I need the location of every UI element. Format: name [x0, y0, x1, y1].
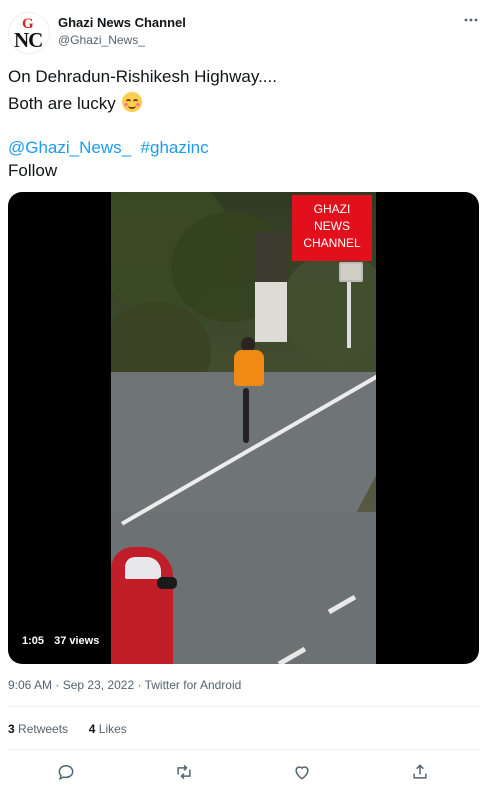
tweet-time: 9:06 AM: [8, 678, 53, 692]
video-meta: 1:05 37 views: [22, 635, 106, 647]
tweet-text-line-1: On Dehradun-Rishikesh Highway....: [8, 67, 277, 86]
like-icon[interactable]: [290, 760, 314, 784]
retweets-count: 3: [8, 722, 15, 736]
more-horizontal-icon[interactable]: [459, 12, 483, 32]
divider: [8, 749, 479, 750]
watermark-line-1: GHAZI: [313, 202, 351, 216]
share-icon[interactable]: [408, 760, 432, 784]
tweet-text-line-2: Both are lucky: [8, 92, 143, 114]
author-handle[interactable]: @Ghazi_News_: [58, 33, 145, 47]
reply-icon[interactable]: [54, 760, 78, 784]
hashtag-link[interactable]: #ghazinc: [141, 138, 209, 157]
tweet-text-follow: Follow: [8, 161, 58, 180]
avatar-logo-nc: NC: [14, 28, 43, 52]
smiling-face-with-blush-emoji-icon: [122, 92, 143, 112]
tweet-text-line-3: @Ghazi_News_ #ghazinc: [8, 138, 209, 158]
retweet-icon[interactable]: [172, 760, 196, 784]
tweet-timestamp[interactable]: 9:06 AM · Sep 23, 2022 · Twitter for And…: [8, 678, 241, 692]
video-player[interactable]: GHAZI NEWS CHANNEL 1:05 37 views: [8, 192, 479, 664]
watermark-line-2: NEWS: [314, 219, 350, 233]
tweet-source[interactable]: Twitter for Android: [145, 678, 242, 692]
tweet-text-lucky: Both are lucky: [8, 94, 116, 113]
engagement-stats: 3 Retweets 4 Likes: [8, 722, 127, 736]
tweet-date: Sep 23, 2022: [62, 678, 135, 692]
avatar[interactable]: G NC: [8, 12, 50, 54]
retweets-stat[interactable]: 3 Retweets: [8, 722, 68, 736]
author-name[interactable]: Ghazi News Channel: [58, 15, 186, 30]
separator: ·: [55, 678, 60, 692]
mention-link[interactable]: @Ghazi_News_: [8, 138, 131, 157]
separator: ·: [137, 678, 142, 692]
divider: [8, 706, 479, 707]
likes-stat[interactable]: 4 Likes: [89, 722, 127, 736]
likes-count: 4: [88, 722, 96, 736]
video-frame: GHAZI NEWS CHANNEL: [111, 192, 376, 664]
likes-label: Likes: [98, 722, 127, 736]
watermark-line-3: CHANNEL: [303, 236, 361, 250]
video-views: 37 views: [54, 635, 100, 647]
video-duration: 1:05: [22, 635, 45, 647]
retweets-label: Retweets: [18, 722, 69, 736]
